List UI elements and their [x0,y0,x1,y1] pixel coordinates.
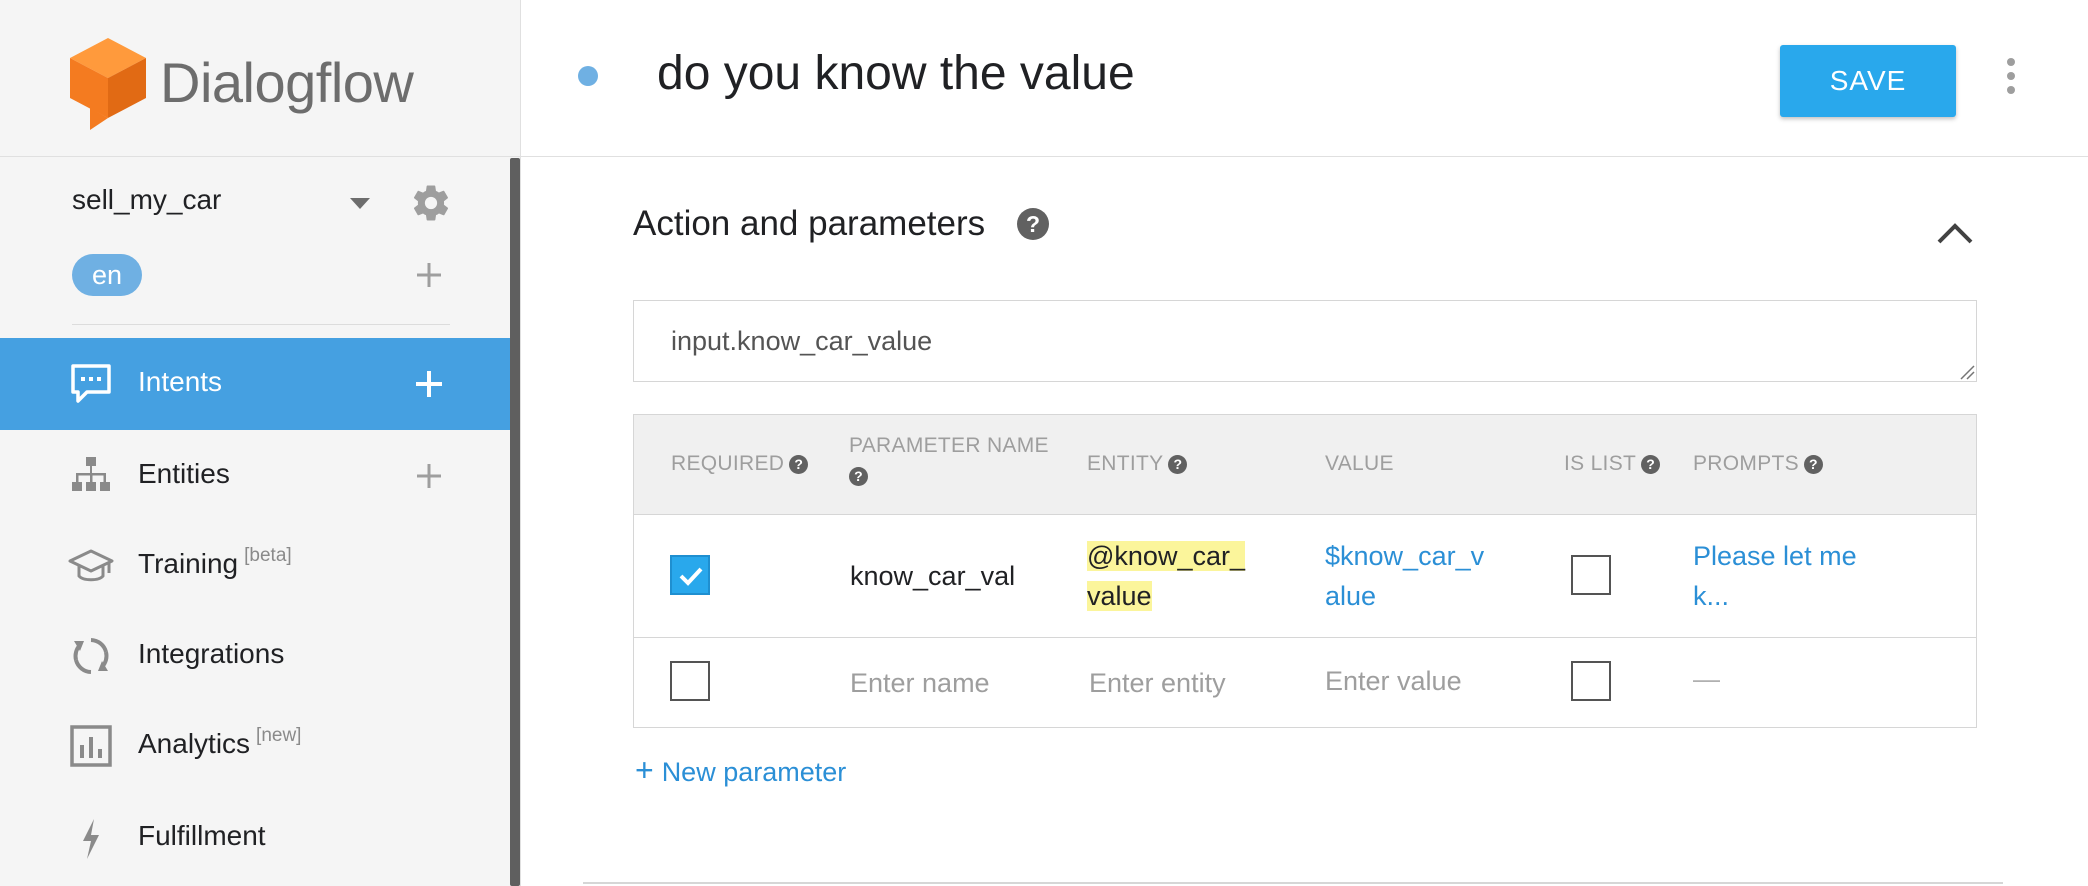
action-name-input[interactable]: input.know_car_value [633,300,1977,382]
new-parameter-entity-input[interactable]: Enter entity [1089,663,1226,703]
sidebar-divider [72,324,450,325]
new-parameter-value-input[interactable]: Enter value [1325,661,1462,701]
sidebar-item-analytics[interactable]: Analytics [new] [0,700,510,792]
required-checkbox[interactable] [670,555,710,595]
section-title: Action and parameters [633,204,986,243]
sidebar-item-integrations[interactable]: Integrations [0,610,510,702]
sidebar-scrollbar[interactable] [510,158,520,886]
sidebar-item-entities[interactable]: Entities [0,430,510,522]
help-icon[interactable]: ? [789,455,809,474]
add-intent-icon[interactable] [414,369,444,399]
sync-icon [73,638,109,674]
sidebar-item-label: Integrations [138,638,285,669]
sidebar-item-fulfillment[interactable]: Fulfillment [0,792,510,884]
beta-badge: [beta] [244,545,292,566]
resize-grip-icon[interactable] [1959,364,1975,380]
hierarchy-icon [72,457,110,491]
is-list-checkbox[interactable] [1571,661,1611,701]
new-badge: [new] [256,725,302,746]
sidebar-item-label: Training [beta] [138,545,292,579]
intent-editor: Action and parameters ? input.know_car_v… [521,158,2088,886]
header-is-list: IS LIST? [1564,449,1661,479]
new-parameter-link[interactable]: + New parameter [635,752,846,789]
header-prompts: PROMPTS? [1693,449,1823,479]
dialogflow-logo-icon [70,38,146,130]
help-icon[interactable]: ? [1017,208,1049,240]
prompts-empty: — [1693,664,1720,694]
brand-name: Dialogflow [160,51,414,114]
sidebar-item-label: Fulfillment [138,820,266,851]
chevron-up-icon[interactable] [1935,218,1975,248]
more-vert-icon[interactable] [2001,58,2021,98]
sidebar-item-intents[interactable]: Intents [0,338,510,430]
save-button[interactable]: SAVE [1780,45,1956,117]
new-parameter-name-input[interactable]: Enter name [850,663,990,703]
sidebar-item-label: Entities [138,458,230,489]
language-row: en [72,254,462,298]
intent-header: do you know the value SAVE [521,0,2088,157]
intent-status-dot [578,66,598,86]
plus-icon: + [635,752,654,788]
lightning-icon [83,819,99,859]
table-header: REQUIRED? PARAMETER NAME? ENTITY? VALUE … [634,415,1976,515]
parameters-table: REQUIRED? PARAMETER NAME? ENTITY? VALUE … [633,414,1977,728]
sidebar-item-label: Analytics [new] [138,725,302,759]
required-checkbox[interactable] [670,661,710,701]
sidebar-item-label: Intents [138,366,223,397]
language-chip[interactable]: en [72,254,142,296]
chevron-down-icon[interactable] [350,198,370,209]
intent-title[interactable]: do you know the value [657,46,1135,101]
help-icon[interactable]: ? [1168,455,1188,474]
parameter-prompts[interactable]: Please let me k... [1693,536,1857,616]
add-entity-icon[interactable] [414,461,444,491]
is-list-checkbox[interactable] [1571,555,1611,595]
help-icon[interactable]: ? [1641,455,1661,474]
help-icon[interactable]: ? [1803,455,1823,474]
logo-area: Dialogflow [0,0,520,157]
parameter-value[interactable]: $know_car_v alue [1325,536,1484,616]
header-value: VALUE [1325,452,1394,475]
parameter-entity[interactable]: @know_car_ value [1087,536,1245,616]
sidebar-item-training[interactable]: Training [beta] [0,520,510,612]
add-language-icon[interactable] [414,260,444,290]
gear-icon[interactable] [410,182,452,224]
agent-name[interactable]: sell_my_car [72,184,221,216]
parameter-name[interactable]: know_car_val [850,556,1015,596]
graduation-cap-icon [68,549,114,582]
agent-selector[interactable]: sell_my_car [72,182,462,222]
header-required: REQUIRED? [671,449,809,479]
help-icon[interactable]: ? [849,467,868,486]
table-row: Enter name Enter entity Enter value — [634,639,1976,727]
header-entity: ENTITY? [1087,449,1188,479]
chat-bubble-icon [71,364,111,403]
section-divider [583,882,2003,884]
table-row: know_car_val @know_car_ value $know_car_v… [634,516,1976,638]
bar-chart-icon [70,725,112,767]
sidebar: Dialogflow sell_my_car en Intents Entiti… [0,0,521,886]
header-parameter-name: PARAMETER NAME? [849,434,1049,486]
